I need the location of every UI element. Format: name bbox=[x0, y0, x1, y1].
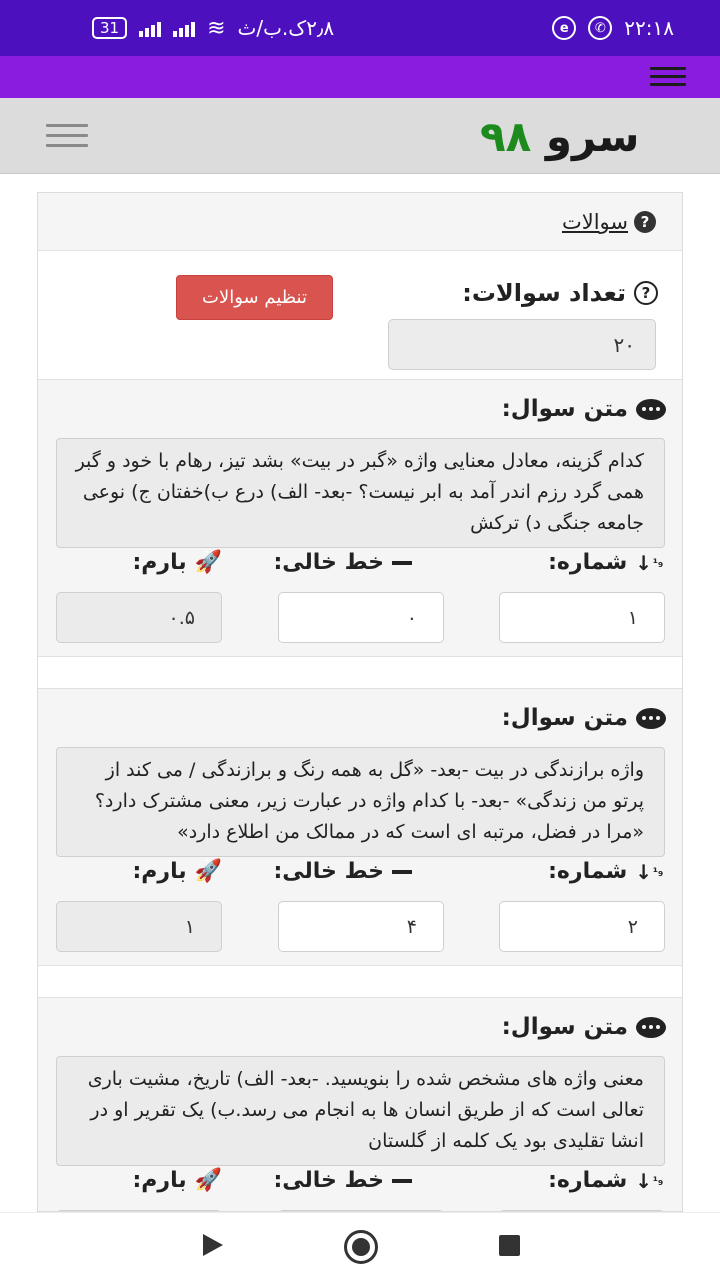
status-bar: 31 ≋ ۲٫۸ک.ب/ث e ✆ ۲۲:۱۸ bbox=[0, 0, 720, 56]
rocket-icon: 🚀 bbox=[194, 1168, 222, 1193]
logo-number: ۹۸ bbox=[480, 112, 532, 161]
rocket-icon: 🚀 bbox=[194, 859, 222, 884]
number-label: ¹₉ ↓ شماره: bbox=[548, 859, 664, 884]
site-header: سرو ۹۸ bbox=[0, 98, 720, 174]
score-input[interactable] bbox=[56, 901, 222, 952]
score-label: 🚀 بارم: bbox=[132, 550, 222, 575]
comment-icon bbox=[636, 398, 666, 420]
score-label-text: بارم: bbox=[132, 859, 187, 884]
question-circle-icon: ? bbox=[634, 210, 656, 233]
number-input[interactable] bbox=[499, 901, 665, 952]
question-text-area[interactable]: واژه برازندگی در بیت -بعد- «گل به همه رن… bbox=[56, 747, 665, 857]
app-bar bbox=[0, 56, 720, 98]
question-text-area[interactable]: کدام گزینه، معادل معنایی واژه «گبر در بی… bbox=[56, 438, 665, 548]
number-input[interactable] bbox=[499, 592, 665, 643]
minus-icon bbox=[392, 869, 412, 874]
number-label-text: شماره: bbox=[548, 550, 628, 575]
sort-numeric-icon: ¹₉ ↓ bbox=[635, 859, 664, 884]
status-time: ۲۲:۱۸ bbox=[624, 16, 674, 40]
question-text-label-text: متن سوال: bbox=[501, 1014, 628, 1040]
navigation-bar bbox=[0, 1212, 720, 1280]
score-input[interactable] bbox=[56, 592, 222, 643]
blank-line-label: خط خالی: bbox=[273, 859, 412, 884]
question-text-label: متن سوال: bbox=[502, 1014, 666, 1040]
battery-icon: 31 bbox=[92, 17, 128, 39]
wifi-icon: ≋ bbox=[207, 15, 226, 41]
signal-2-icon bbox=[173, 19, 196, 37]
score-label-text: بارم: bbox=[132, 550, 187, 575]
questions-panel: ? سوالات ? تعداد سوالات: تنظیم سوالات مت… bbox=[37, 192, 683, 1212]
set-questions-button[interactable]: تنظیم سوالات bbox=[176, 275, 333, 320]
back-icon[interactable] bbox=[203, 1234, 223, 1256]
question-text-label-text: متن سوال: bbox=[501, 396, 628, 422]
blank-lines-input[interactable] bbox=[278, 901, 444, 952]
sort-numeric-icon: ¹₉ ↓ bbox=[635, 1168, 664, 1193]
score-label: 🚀 بارم: bbox=[132, 859, 222, 884]
sort-numeric-icon: ¹₉ ↓ bbox=[635, 550, 664, 575]
panel-title[interactable]: سوالات bbox=[562, 210, 628, 234]
question-count-label-text: تعداد سوالات: bbox=[462, 279, 626, 307]
logo-word: سرو bbox=[545, 112, 640, 161]
question-card: متن سوال: واژه برازندگی در بیت -بعد- «گل… bbox=[38, 688, 682, 966]
question-card: متن سوال: کدام گزینه، معادل معنایی واژه … bbox=[38, 379, 682, 657]
recent-apps-icon[interactable] bbox=[499, 1235, 520, 1256]
blank-lines-input[interactable] bbox=[278, 592, 444, 643]
status-right: e ✆ ۲۲:۱۸ bbox=[552, 16, 674, 40]
network-speed: ۲٫۸ک.ب/ث bbox=[237, 16, 335, 40]
hamburger-menu-icon[interactable] bbox=[46, 124, 88, 148]
score-label: 🚀 بارم: bbox=[132, 1168, 222, 1193]
comment-icon bbox=[636, 707, 666, 729]
home-icon[interactable] bbox=[344, 1230, 378, 1264]
question-count-label: ? تعداد سوالات: bbox=[462, 279, 658, 307]
number-label-text: شماره: bbox=[548, 859, 628, 884]
question-text-area[interactable]: معنی واژه های مشخص شده را بنویسید. -بعد-… bbox=[56, 1056, 665, 1166]
blank-line-label: خط خالی: bbox=[273, 550, 412, 575]
site-logo[interactable]: سرو ۹۸ bbox=[480, 112, 639, 161]
number-label-text: شماره: bbox=[548, 1168, 628, 1193]
blank-line-label-text: خط خالی: bbox=[273, 1168, 384, 1193]
question-text-label-text: متن سوال: bbox=[501, 705, 628, 731]
notification-app-icon: e bbox=[552, 16, 577, 40]
blank-line-label-text: خط خالی: bbox=[273, 550, 384, 575]
number-label: ¹₉ ↓ شماره: bbox=[548, 1168, 664, 1193]
question-text-label: متن سوال: bbox=[502, 396, 666, 422]
question-count-input[interactable] bbox=[388, 319, 656, 370]
panel-header: ? سوالات bbox=[38, 193, 682, 251]
whatsapp-icon: ✆ bbox=[588, 16, 613, 40]
number-label: ¹₉ ↓ شماره: bbox=[548, 550, 664, 575]
minus-icon bbox=[392, 1178, 412, 1183]
question-card: متن سوال: معنی واژه های مشخص شده را بنوی… bbox=[38, 997, 682, 1211]
signal-icon bbox=[139, 19, 162, 37]
blank-line-label: خط خالی: bbox=[273, 1168, 412, 1193]
blank-line-label-text: خط خالی: bbox=[273, 859, 384, 884]
minus-icon bbox=[392, 560, 412, 565]
question-text-label: متن سوال: bbox=[502, 705, 666, 731]
rocket-icon: 🚀 bbox=[194, 550, 222, 575]
score-label-text: بارم: bbox=[132, 1168, 187, 1193]
status-left: 31 ≋ ۲٫۸ک.ب/ث bbox=[92, 16, 334, 41]
menu-icon[interactable] bbox=[650, 67, 686, 87]
comment-icon bbox=[636, 1016, 666, 1038]
help-icon: ? bbox=[634, 281, 658, 305]
